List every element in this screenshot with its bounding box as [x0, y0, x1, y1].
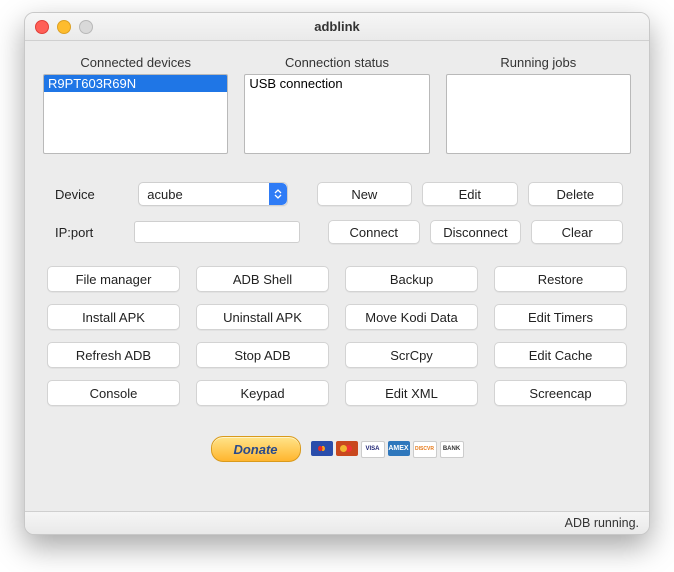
delete-button[interactable]: Delete	[528, 182, 623, 206]
edit-xml-button[interactable]: Edit XML	[345, 380, 478, 406]
ipport-label: IP:port	[51, 225, 134, 240]
panel-label: Connection status	[244, 55, 429, 70]
device-row: Device acube New Edit Delete	[51, 182, 623, 206]
disconnect-button[interactable]: Disconnect	[430, 220, 522, 244]
ipport-input[interactable]	[134, 221, 300, 243]
action-grid: File manager ADB Shell Backup Restore In…	[43, 266, 631, 406]
device-select[interactable]: acube	[138, 182, 287, 206]
install-apk-button[interactable]: Install APK	[47, 304, 180, 330]
app-window: adblink Connected devices R9PT603R69N Co…	[24, 12, 650, 535]
uninstall-apk-button[interactable]: Uninstall APK	[196, 304, 329, 330]
backup-button[interactable]: Backup	[345, 266, 478, 292]
list-item[interactable]: R9PT603R69N	[44, 75, 227, 92]
panel-label: Connected devices	[43, 55, 228, 70]
maestro-icon	[311, 441, 333, 456]
device-label: Device	[51, 187, 138, 202]
connection-status-list[interactable]: USB connection	[244, 74, 429, 154]
bank-icon: BANK	[440, 441, 464, 458]
new-button[interactable]: New	[317, 182, 412, 206]
screencap-button[interactable]: Screencap	[494, 380, 627, 406]
discover-icon: DISCVR	[413, 441, 437, 458]
visa-icon: VISA	[361, 441, 385, 458]
titlebar: adblink	[25, 13, 649, 41]
running-jobs-list[interactable]	[446, 74, 631, 154]
ipport-row: IP:port Connect Disconnect Clear	[51, 220, 623, 244]
file-manager-button[interactable]: File manager	[47, 266, 180, 292]
status-bar: ADB running.	[25, 511, 649, 534]
clear-button[interactable]: Clear	[531, 220, 623, 244]
edit-cache-button[interactable]: Edit Cache	[494, 342, 627, 368]
edit-timers-button[interactable]: Edit Timers	[494, 304, 627, 330]
refresh-adb-button[interactable]: Refresh ADB	[47, 342, 180, 368]
running-jobs-panel: Running jobs	[446, 55, 631, 154]
donate-button[interactable]: Donate	[211, 436, 301, 462]
top-panels: Connected devices R9PT603R69N Connection…	[43, 55, 631, 154]
restore-button[interactable]: Restore	[494, 266, 627, 292]
scrcpy-button[interactable]: ScrCpy	[345, 342, 478, 368]
form-area: Device acube New Edit Delete IP:port Con…	[43, 182, 631, 244]
status-text: ADB running.	[565, 516, 639, 530]
move-kodi-data-button[interactable]: Move Kodi Data	[345, 304, 478, 330]
window-title: adblink	[25, 19, 649, 34]
payment-cards: VISA AMEX DISCVR BANK	[311, 441, 464, 458]
list-item[interactable]: USB connection	[245, 75, 428, 92]
stop-adb-button[interactable]: Stop ADB	[196, 342, 329, 368]
donate-row: Donate VISA AMEX DISCVR BANK	[43, 436, 631, 462]
keypad-button[interactable]: Keypad	[196, 380, 329, 406]
connected-devices-panel: Connected devices R9PT603R69N	[43, 55, 228, 154]
mastercard-icon	[336, 441, 358, 456]
device-select-value: acube	[139, 187, 268, 202]
panel-label: Running jobs	[446, 55, 631, 70]
content-area: Connected devices R9PT603R69N Connection…	[25, 41, 649, 511]
connection-status-panel: Connection status USB connection	[244, 55, 429, 154]
chevron-updown-icon	[269, 183, 287, 205]
console-button[interactable]: Console	[47, 380, 180, 406]
edit-button[interactable]: Edit	[422, 182, 517, 206]
connect-button[interactable]: Connect	[328, 220, 420, 244]
amex-icon: AMEX	[388, 441, 410, 456]
adb-shell-button[interactable]: ADB Shell	[196, 266, 329, 292]
connected-devices-list[interactable]: R9PT603R69N	[43, 74, 228, 154]
